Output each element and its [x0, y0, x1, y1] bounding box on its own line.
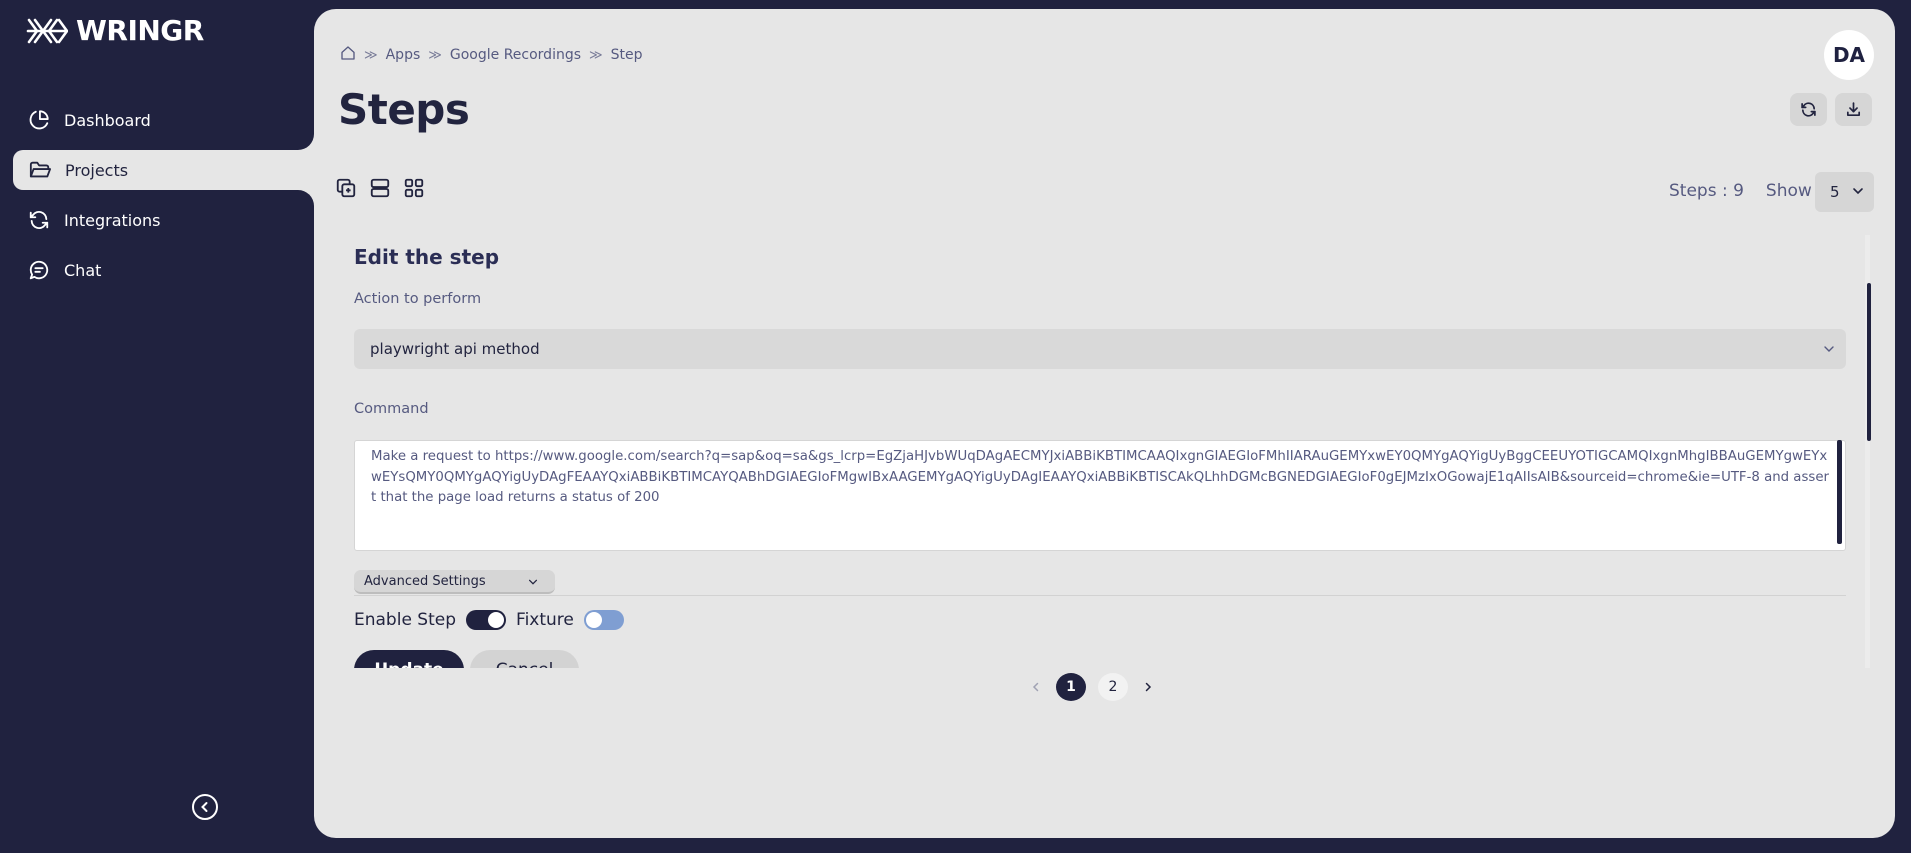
grid-view-button[interactable]: [403, 177, 425, 199]
chevron-down-icon: [1824, 346, 1834, 352]
toggle-row: Enable Step Fixture: [354, 610, 634, 630]
sidebar-item-projects[interactable]: Projects: [13, 150, 314, 190]
form-title: Edit the step: [354, 245, 500, 269]
advanced-settings-label: Advanced Settings: [364, 573, 486, 589]
pie-chart-icon: [28, 109, 50, 131]
steps-count: Steps : 9: [1669, 181, 1744, 201]
refresh-button[interactable]: [1790, 93, 1827, 126]
toggle-knob: [488, 612, 505, 628]
sidebar: WRINGR Dashboard Projects Integrations C…: [0, 0, 314, 853]
chevron-down-icon: [528, 579, 538, 585]
prev-page-button[interactable]: [1028, 674, 1044, 700]
copy-icon: [336, 178, 356, 198]
brand-name: WRINGR: [76, 14, 204, 47]
sidebar-item-chat[interactable]: Chat: [0, 250, 314, 290]
page-title: Steps: [338, 85, 470, 134]
update-button[interactable]: Update: [354, 650, 464, 668]
folder-icon: [29, 159, 51, 181]
logo-icon: [26, 18, 68, 43]
breadcrumb-google-recordings[interactable]: Google Recordings: [450, 47, 581, 63]
sidebar-item-label: Dashboard: [64, 110, 151, 130]
breadcrumb-separator-icon: ≫: [589, 47, 603, 63]
form-actions: Update Cancel: [354, 650, 579, 668]
next-page-button[interactable]: [1140, 674, 1156, 700]
pagination: 1 2: [1028, 673, 1156, 701]
page-size-select[interactable]: 5: [1815, 172, 1874, 212]
steps-info: Steps : 9 Show: [1669, 181, 1812, 201]
brand-logo[interactable]: WRINGR: [26, 14, 204, 47]
sidebar-item-dashboard[interactable]: Dashboard: [0, 100, 314, 140]
page-actions: [1790, 93, 1872, 126]
enable-step-label: Enable Step: [354, 610, 457, 630]
rows-icon: [370, 178, 390, 198]
collapse-sidebar-button[interactable]: [192, 794, 218, 820]
main-panel: ≫ Apps ≫ Google Recordings ≫ Step DA Ste…: [314, 9, 1895, 838]
refresh-icon: [28, 209, 50, 231]
sidebar-nav: Dashboard Projects Integrations Chat: [0, 100, 314, 300]
refresh-icon: [1801, 102, 1816, 117]
copy-view-button[interactable]: [335, 177, 357, 199]
page-size-value: 5: [1830, 183, 1840, 201]
chevron-right-icon: [1145, 682, 1152, 692]
cancel-button[interactable]: Cancel: [470, 650, 579, 668]
command-textarea[interactable]: Make a request to https://www.google.com…: [354, 440, 1846, 551]
chevron-left-icon: [201, 802, 208, 812]
fixture-toggle[interactable]: [583, 610, 624, 630]
breadcrumb-step: Step: [610, 47, 643, 63]
list-view-button[interactable]: [369, 177, 391, 199]
breadcrumb-separator-icon: ≫: [364, 47, 378, 63]
edit-step-form: Edit the step Action to perform playwrig…: [338, 235, 1864, 668]
textarea-scrollbar[interactable]: [1837, 440, 1842, 544]
grid-icon: [404, 178, 424, 198]
sidebar-item-label: Chat: [64, 260, 102, 280]
download-button[interactable]: [1835, 93, 1872, 126]
sidebar-item-label: Integrations: [64, 210, 161, 230]
show-label: Show: [1765, 181, 1812, 201]
edit-step-card: Edit the step Action to perform playwrig…: [338, 235, 1874, 668]
card-scrollbar[interactable]: [1867, 283, 1871, 441]
fixture-label: Fixture: [516, 610, 574, 630]
divider: [354, 595, 1846, 596]
toggle-knob: [585, 612, 602, 628]
avatar[interactable]: DA: [1824, 30, 1874, 80]
action-select-value: playwright api method: [370, 340, 540, 358]
download-icon: [1846, 102, 1861, 117]
breadcrumb-separator-icon: ≫: [428, 47, 442, 63]
page-button-1[interactable]: 1: [1056, 673, 1086, 701]
advanced-settings-toggle[interactable]: Advanced Settings: [354, 570, 555, 594]
chevron-down-icon: [1853, 188, 1863, 195]
view-toggles: [335, 177, 425, 199]
command-label: Command: [354, 401, 429, 417]
sidebar-item-integrations[interactable]: Integrations: [0, 200, 314, 240]
chevron-left-icon: [1032, 682, 1039, 692]
sidebar-item-label: Projects: [65, 160, 129, 180]
action-label: Action to perform: [354, 291, 482, 307]
breadcrumb: ≫ Apps ≫ Google Recordings ≫ Step: [340, 45, 643, 65]
home-icon[interactable]: [340, 45, 356, 65]
page-button-2[interactable]: 2: [1098, 673, 1128, 701]
action-select[interactable]: playwright api method: [354, 329, 1846, 369]
chat-icon: [28, 259, 50, 281]
breadcrumb-apps[interactable]: Apps: [386, 47, 421, 63]
enable-step-toggle[interactable]: [466, 610, 507, 630]
